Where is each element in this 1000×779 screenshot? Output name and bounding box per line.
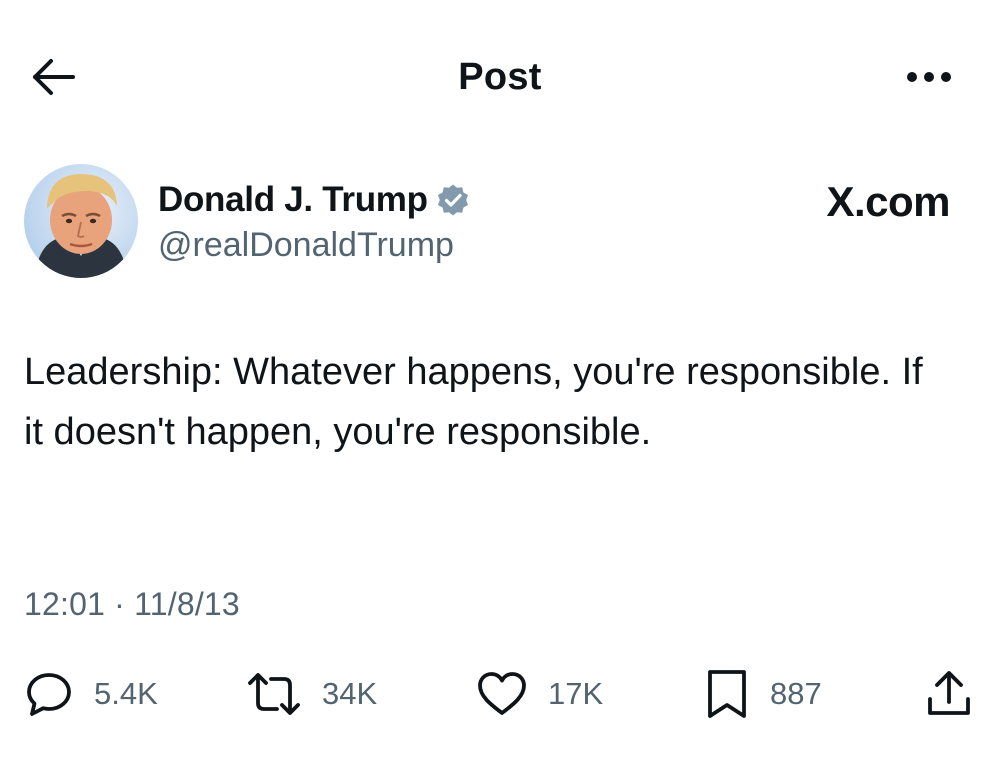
like-button[interactable]: 17K: [476, 664, 603, 724]
share-button[interactable]: [924, 664, 974, 724]
more-horizontal-icon: [906, 71, 952, 83]
repost-icon: [246, 669, 302, 719]
action-bar: 5.4K 34K 17K 887: [24, 664, 976, 724]
author-handle[interactable]: @realDonaldTrump: [158, 226, 454, 265]
post-timestamp[interactable]: 12:01 · 11/8/13: [24, 586, 240, 623]
heart-icon: [476, 670, 528, 718]
verified-badge-icon: [436, 183, 470, 217]
top-bar: Post: [0, 0, 1000, 150]
repost-button[interactable]: 34K: [246, 664, 377, 724]
more-options-button[interactable]: [904, 62, 954, 92]
share-icon: [924, 669, 974, 719]
reply-icon: [24, 669, 74, 719]
author-block: Donald J. Trump @realDonaldTrump X.com: [24, 164, 976, 282]
bookmark-count: 887: [770, 676, 822, 711]
repost-count: 34K: [322, 676, 378, 711]
author-name[interactable]: Donald J. Trump: [158, 180, 428, 220]
reply-button[interactable]: 5.4K: [24, 664, 158, 724]
like-count: 17K: [548, 676, 604, 711]
reply-count: 5.4K: [94, 676, 158, 711]
brand-watermark: X.com: [826, 178, 950, 225]
author-name-row: Donald J. Trump: [158, 180, 470, 220]
avatar[interactable]: [24, 164, 138, 278]
page-title: Post: [458, 56, 542, 98]
bookmark-button[interactable]: 887: [704, 664, 822, 724]
post-text: Leadership: Whatever happens, you're res…: [24, 351, 923, 453]
bookmark-icon: [704, 668, 750, 720]
